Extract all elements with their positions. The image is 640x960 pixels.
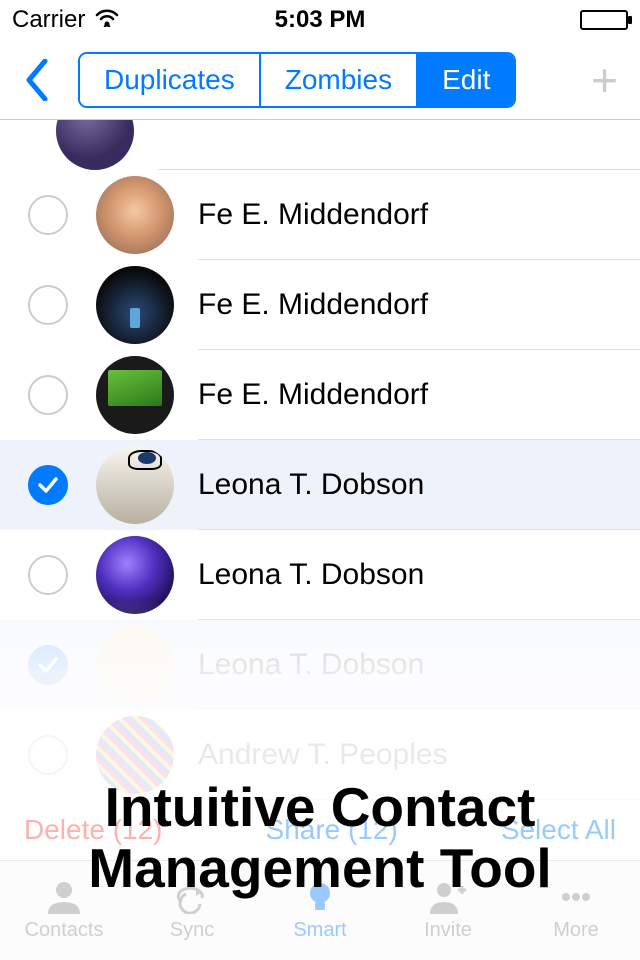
tab-contacts[interactable]: Contacts	[0, 861, 128, 960]
list-item[interactable]	[0, 120, 640, 170]
checkbox-checked[interactable]	[28, 645, 68, 685]
list-item[interactable]: Leona T. Dobson	[0, 620, 640, 710]
tab-label: Sync	[170, 919, 214, 942]
list-item[interactable]: Fe E. Middendorf	[0, 350, 640, 440]
status-bar: Carrier 5:03 PM	[0, 0, 640, 40]
list-item[interactable]: Fe E. Middendorf	[0, 260, 640, 350]
carrier-label: Carrier	[12, 6, 85, 34]
select-all-button[interactable]: Select All	[501, 814, 616, 846]
list-item[interactable]: Leona T. Dobson	[0, 440, 640, 530]
contact-name: Leona T. Dobson	[198, 530, 640, 620]
battery-icon	[580, 10, 628, 30]
avatar	[96, 536, 174, 614]
tab-label: Smart	[293, 919, 346, 942]
checkbox-checked[interactable]	[28, 465, 68, 505]
avatar	[96, 356, 174, 434]
segmented-control: Duplicates Zombies Edit	[78, 52, 516, 108]
avatar	[96, 626, 174, 704]
wifi-icon	[93, 6, 121, 34]
tab-sync[interactable]: Sync	[128, 861, 256, 960]
tab-smart[interactable]: Smart	[256, 861, 384, 960]
avatar	[96, 716, 174, 794]
delete-button[interactable]: Delete (12)	[24, 814, 163, 846]
contact-name: Leona T. Dobson	[198, 620, 640, 710]
clock-label: 5:03 PM	[275, 6, 366, 34]
contact-name: Leona T. Dobson	[198, 440, 640, 530]
lightbulb-icon	[298, 879, 342, 915]
checkbox[interactable]	[28, 195, 68, 235]
tab-label: Invite	[424, 919, 472, 942]
checkbox[interactable]	[28, 735, 68, 775]
contact-name: Fe E. Middendorf	[198, 350, 640, 440]
back-button[interactable]	[18, 50, 58, 110]
list-item[interactable]: Andrew T. Peoples	[0, 710, 640, 800]
avatar	[96, 266, 174, 344]
person-icon	[42, 879, 86, 915]
avatar	[96, 446, 174, 524]
contact-name: Andrew T. Peoples	[198, 710, 640, 800]
contact-name: Fe E. Middendorf	[198, 170, 640, 260]
add-button[interactable]: +	[591, 53, 618, 107]
contact-name	[158, 120, 640, 170]
tab-bar: Contacts Sync Smart Invite More	[0, 860, 640, 960]
list-item[interactable]: Leona T. Dobson	[0, 530, 640, 620]
tab-label: Contacts	[25, 919, 104, 942]
segment-edit[interactable]: Edit	[418, 54, 514, 106]
share-button[interactable]: Share (12)	[266, 814, 398, 846]
tab-more[interactable]: More	[512, 861, 640, 960]
tab-label: More	[553, 919, 599, 942]
action-bar: Delete (12) Share (12) Select All	[0, 800, 640, 860]
avatar	[56, 120, 134, 170]
sync-icon	[170, 879, 214, 915]
segment-zombies[interactable]: Zombies	[261, 54, 418, 106]
list-item[interactable]: Fe E. Middendorf	[0, 170, 640, 260]
avatar	[96, 176, 174, 254]
tab-invite[interactable]: Invite	[384, 861, 512, 960]
checkbox[interactable]	[28, 555, 68, 595]
contact-list[interactable]: Fe E. Middendorf Fe E. Middendorf Fe E. …	[0, 120, 640, 800]
contact-name: Fe E. Middendorf	[198, 260, 640, 350]
checkbox[interactable]	[28, 375, 68, 415]
person-plus-icon	[426, 879, 470, 915]
segment-duplicates[interactable]: Duplicates	[80, 54, 261, 106]
checkbox[interactable]	[28, 285, 68, 325]
more-icon	[554, 879, 598, 915]
nav-bar: Duplicates Zombies Edit +	[0, 40, 640, 120]
